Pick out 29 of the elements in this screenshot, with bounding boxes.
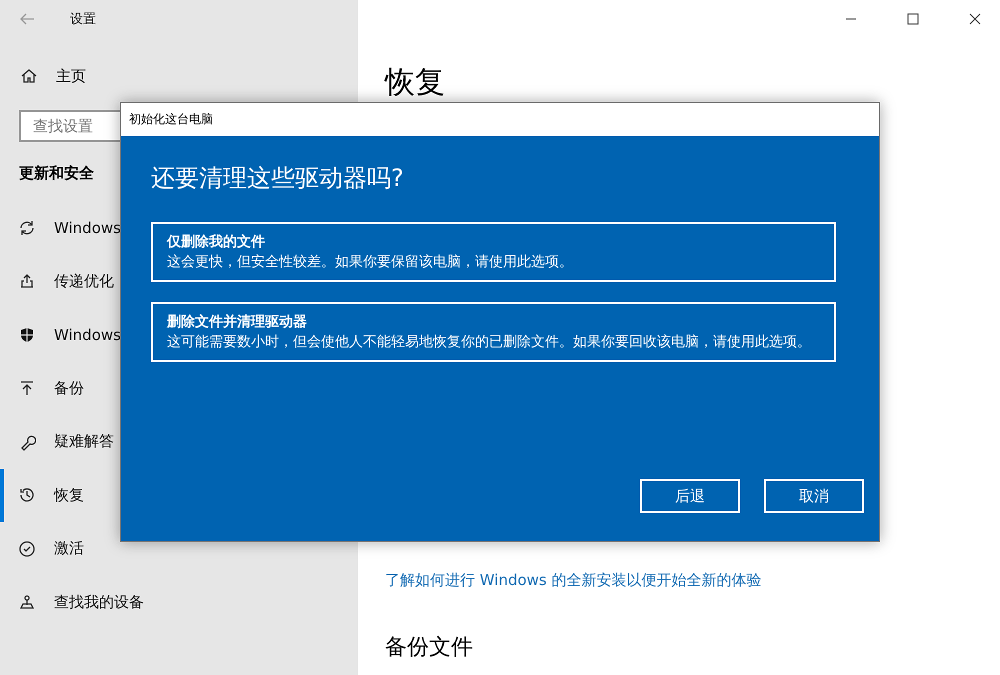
home-icon	[20, 67, 38, 85]
shield-icon	[18, 326, 36, 344]
sidebar-item[interactable]: 备份	[0, 362, 88, 415]
sidebar-item[interactable]: 疑难解答	[0, 415, 118, 468]
window-title: 设置	[70, 11, 96, 28]
history-icon	[18, 486, 36, 504]
up-arrow-icon	[18, 379, 36, 398]
check-icon	[18, 540, 36, 558]
dialog-button[interactable]: 取消	[764, 479, 864, 513]
section-heading: 更新和安全	[19, 164, 94, 183]
upload-icon	[18, 272, 36, 290]
maximize-icon[interactable]	[906, 12, 920, 26]
sidebar-item[interactable]: 传递优化	[0, 254, 118, 308]
learn-link[interactable]: 了解如何进行 Windows 的全新安装以便开始全新的体验	[385, 571, 1000, 590]
sidebar-item[interactable]: 主页	[56, 66, 86, 86]
sidebar-item[interactable]: 恢复	[0, 468, 88, 522]
sidebar-item[interactable]: Windows	[0, 308, 125, 362]
sidebar-item[interactable]: 查找我的设备	[0, 576, 148, 629]
sidebar-item[interactable]: 激活	[0, 522, 88, 576]
section-heading: 备份文件	[385, 634, 474, 662]
dialog-heading: 还要清理这些驱动器吗?	[151, 163, 405, 194]
close-icon[interactable]	[968, 12, 982, 26]
option-button[interactable]: 仅删除我的文件 这会更快，但安全性较差。如果你要保留该电脑，请使用此选项。	[151, 222, 836, 282]
page-title: 恢复	[385, 64, 446, 102]
sidebar-item[interactable]: Windows	[0, 201, 125, 254]
dialog-title: 初始化这台电脑	[121, 103, 879, 136]
option-button[interactable]: 删除文件并清理驱动器 这可能需要数小时，但会使他人不能轻易地恢复你的已删除文件。如果你要回收该电脑，请使用此选项。	[151, 302, 836, 362]
sync-icon	[18, 218, 36, 237]
dialog-button[interactable]: 后退	[640, 479, 740, 513]
